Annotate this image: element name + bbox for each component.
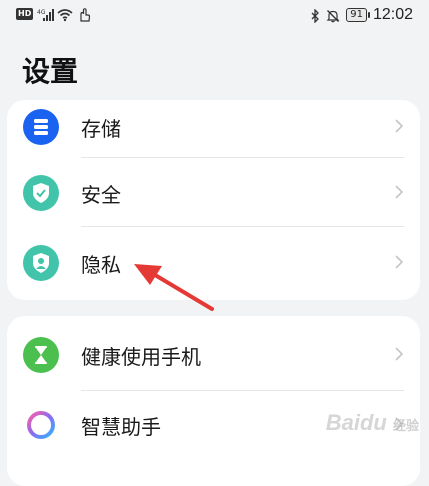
hourglass-icon — [23, 337, 59, 373]
divider — [81, 226, 404, 227]
settings-item-storage[interactable]: 存储 — [7, 100, 420, 158]
page-title: 设置 — [22, 55, 79, 88]
chevron-right-icon — [394, 254, 404, 269]
bluetooth-icon — [310, 8, 320, 24]
wifi-icon — [57, 7, 73, 22]
chevron-right-icon — [394, 118, 404, 133]
mute-icon — [326, 8, 340, 23]
settings-item-label: 隐私 — [81, 253, 121, 277]
watermark-logo: Baidu 经验 — [326, 410, 419, 436]
hd-badge: HD — [16, 8, 34, 20]
settings-item-digital-balance[interactable]: 健康使用手机 — [7, 320, 420, 386]
privacy-person-icon — [23, 245, 59, 281]
settings-item-label: 存储 — [81, 117, 121, 141]
hand-icon — [77, 7, 93, 22]
settings-item-privacy[interactable]: 隐私 — [7, 228, 420, 294]
battery-indicator: 91 — [346, 8, 370, 22]
watermark-text: Baidu — [325, 410, 387, 435]
signal-icon: 4G — [37, 7, 55, 21]
settings-item-security[interactable]: 安全 — [7, 158, 420, 224]
network-label: 4G — [37, 9, 46, 16]
assistant-ring-icon — [23, 407, 59, 443]
settings-card-1: 存储 安全 隐私 — [7, 100, 420, 300]
settings-card-2: 健康使用手机 智慧助手 — [7, 316, 420, 486]
chevron-right-icon — [394, 184, 404, 199]
shield-check-icon — [23, 175, 59, 211]
storage-icon — [23, 109, 59, 145]
settings-item-label: 智慧助手 — [81, 415, 161, 439]
status-right: 91 12:02 — [310, 6, 413, 24]
settings-item-label: 安全 — [81, 183, 121, 207]
clock: 12:02 — [372, 6, 413, 23]
watermark-sub: 经验 — [392, 418, 419, 433]
status-bar: HD 4G 91 12:02 — [0, 0, 429, 30]
status-left: HD 4G — [16, 7, 93, 22]
chevron-right-icon — [394, 346, 404, 361]
settings-item-label: 健康使用手机 — [81, 345, 201, 369]
